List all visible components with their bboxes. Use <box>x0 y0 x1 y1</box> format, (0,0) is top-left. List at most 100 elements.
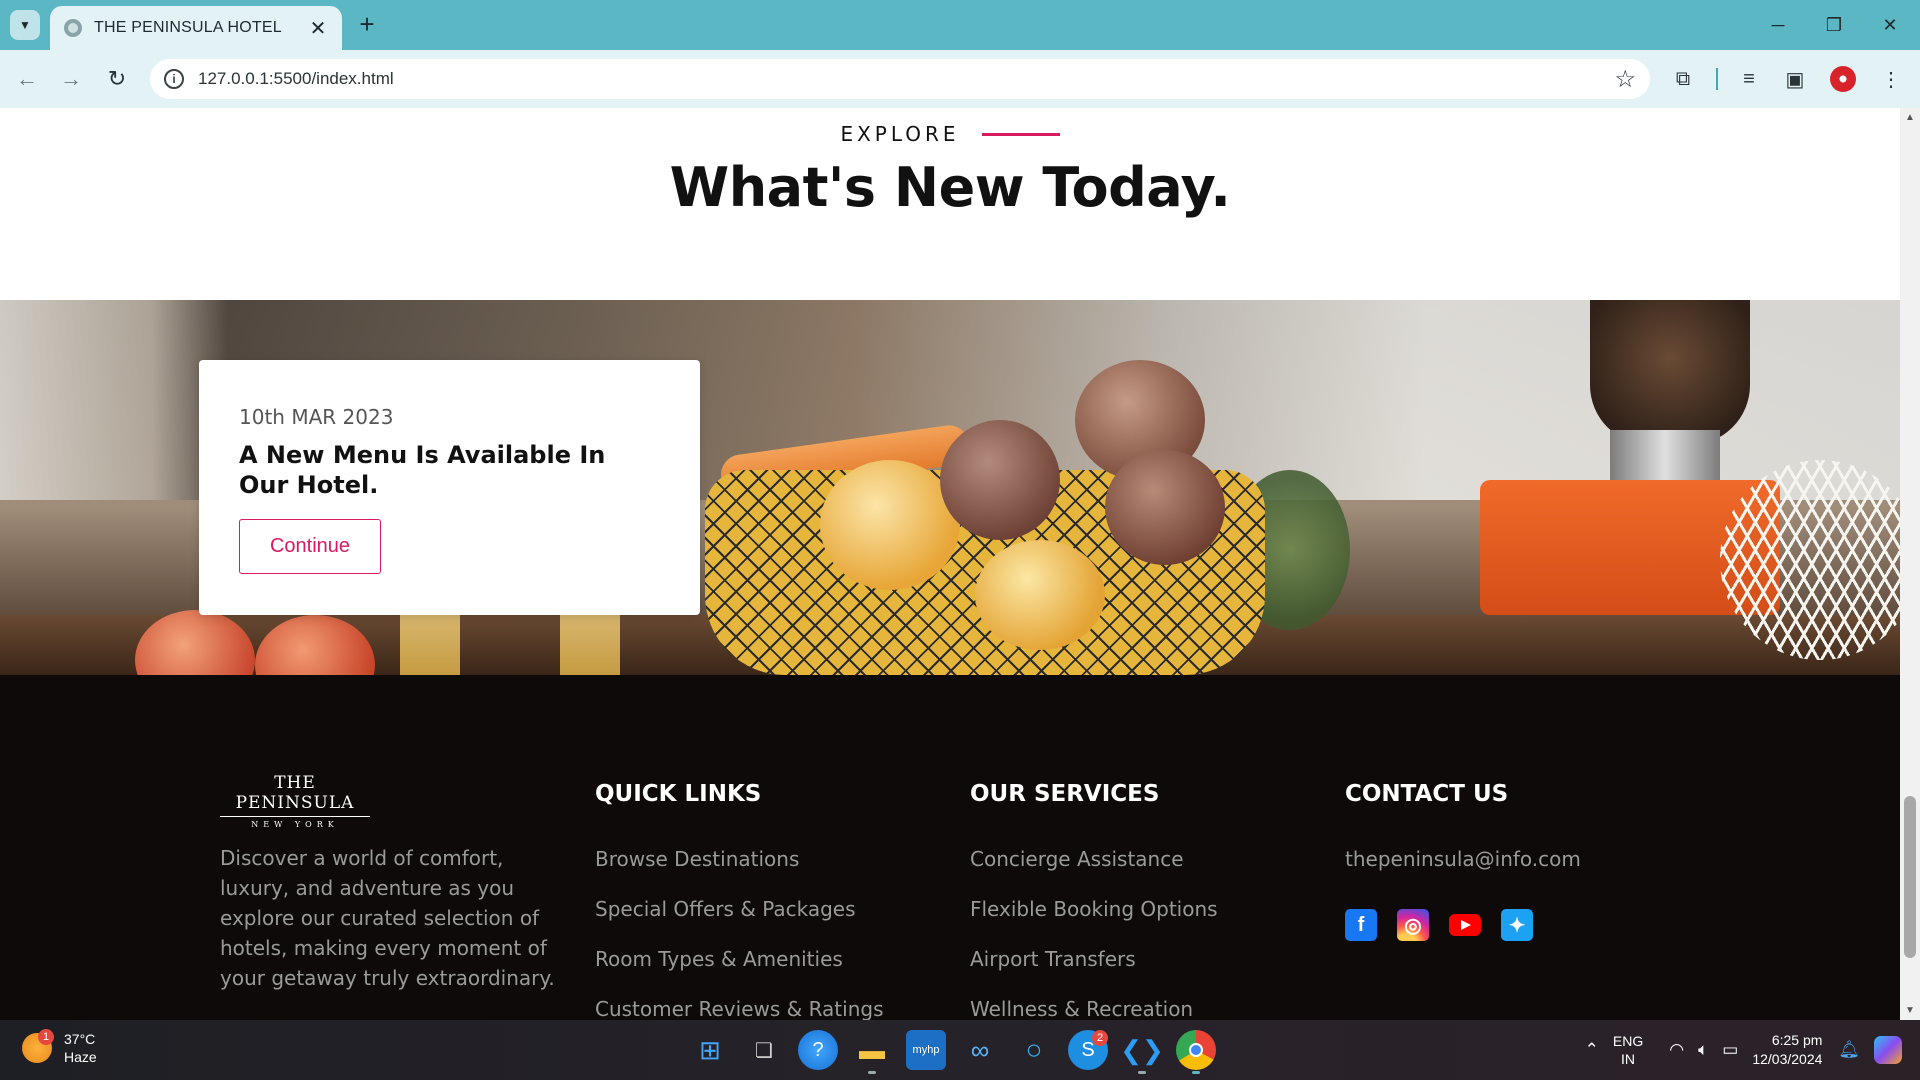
coffee-beans-hopper <box>1590 300 1750 445</box>
facebook-icon[interactable]: f <box>1345 909 1377 941</box>
page-content: EXPLORE What's New Today. 10th MAR 2023 … <box>0 108 1900 1020</box>
restore-button[interactable]: ❐ <box>1814 8 1854 42</box>
footer-link[interactable]: Airport Transfers <box>970 947 1218 971</box>
clock-date: 12/03/2024 <box>1752 1051 1823 1067</box>
info-icon[interactable]: i <box>164 69 184 89</box>
chrome-icon[interactable] <box>1176 1030 1216 1074</box>
copilot-icon[interactable] <box>1874 1036 1902 1064</box>
tab-title: THE PENINSULA HOTEL <box>94 19 282 36</box>
footer-link[interactable]: Wellness & Recreation <box>970 997 1218 1020</box>
footer-link[interactable]: Flexible Booking Options <box>970 897 1218 921</box>
scroll-thumb[interactable] <box>1904 796 1916 958</box>
system-tray: ⌃ ENG IN ◠ 🔈︎ ▭ 6:25 pm 12/03/2024 🔔︎ <box>1585 1020 1920 1080</box>
eyebrow-accent-line <box>981 132 1060 136</box>
vscode-icon[interactable]: ❮❯ <box>1120 1030 1164 1074</box>
weather-badge: 1 <box>38 1029 54 1045</box>
clock-time: 6:25 pm <box>1771 1032 1823 1048</box>
eyebrow-text: EXPLORE <box>840 122 960 146</box>
peninsula-logo[interactable]: THE PENINSULA NEW YORK <box>220 773 370 829</box>
back-button[interactable]: ← <box>12 64 42 94</box>
twitter-icon[interactable]: ✦ <box>1501 909 1533 941</box>
reload-button[interactable]: ↻ <box>102 64 132 94</box>
language-code: ENG <box>1612 1033 1644 1049</box>
media-controls-icon[interactable]: ≡ <box>1734 64 1764 94</box>
meta-icon[interactable]: ∞ <box>960 1030 1000 1070</box>
running-indicator <box>1138 1071 1146 1074</box>
menu-kebab-icon[interactable]: ⋮ <box>1876 64 1906 94</box>
myhp-icon[interactable]: myhp <box>906 1030 946 1070</box>
bookmark-star-icon[interactable]: ☆ <box>1614 65 1636 94</box>
running-indicator <box>868 1071 876 1074</box>
profile-avatar[interactable] <box>1828 64 1858 94</box>
battery-icon[interactable]: ▭ <box>1722 1040 1738 1060</box>
quick-links-column: QUICK LINKS Browse Destinations Special … <box>595 781 884 1020</box>
scroll-down-arrow[interactable]: ▼ <box>1905 1005 1915 1016</box>
footer-link[interactable]: Browse Destinations <box>595 847 884 871</box>
notification-bell-icon[interactable]: 🔔︎ <box>1838 1040 1860 1060</box>
news-headline: A New Menu Is Available In Our Hotel. <box>239 441 606 499</box>
url-text[interactable]: 127.0.0.1:5500/index.html <box>198 69 394 89</box>
address-bar[interactable]: i 127.0.0.1:5500/index.html ☆ <box>150 59 1650 99</box>
footer-link[interactable]: Concierge Assistance <box>970 847 1218 871</box>
region-code: IN <box>1621 1051 1636 1067</box>
page-viewport: EXPLORE What's New Today. 10th MAR 2023 … <box>0 108 1920 1020</box>
avatar <box>1830 66 1856 92</box>
browser-toolbar: ← → ↻ i 127.0.0.1:5500/index.html ☆ ⧉ ≡ … <box>0 50 1920 108</box>
side-panel-icon[interactable]: ▣ <box>1780 64 1810 94</box>
beet <box>1105 450 1225 565</box>
wifi-icon[interactable]: ◠ <box>1669 1040 1684 1060</box>
youtube-icon[interactable] <box>1449 909 1481 941</box>
tab-search-button[interactable]: ▼ <box>10 10 40 40</box>
forward-button[interactable]: → <box>56 64 86 94</box>
close-window-button[interactable]: ✕ <box>1870 8 1910 42</box>
globe-icon <box>64 19 82 37</box>
new-tab-button[interactable]: + <box>352 10 382 40</box>
weather-condition: Haze <box>64 1049 97 1065</box>
footer-link[interactable]: Customer Reviews & Ratings <box>595 997 884 1020</box>
news-date: 10th MAR 2023 <box>239 405 394 429</box>
browser-tab-active[interactable]: THE PENINSULA HOTEL ✕ <box>50 6 342 50</box>
services-heading: OUR SERVICES <box>970 781 1160 807</box>
quick-links-heading: QUICK LINKS <box>595 781 762 807</box>
task-view-icon[interactable]: ❏ <box>744 1030 784 1070</box>
section-eyebrow: EXPLORE <box>0 122 1900 146</box>
footer-link[interactable]: Room Types & Amenities <box>595 947 884 971</box>
volume-icon[interactable]: 🔈︎ <box>1698 1040 1708 1060</box>
news-card: 10th MAR 2023 A New Menu Is Available In… <box>199 360 700 615</box>
instagram-icon[interactable]: ◎ <box>1397 909 1429 941</box>
sun-haze-icon: 1 <box>22 1029 54 1063</box>
start-icon[interactable]: ⊞ <box>690 1030 730 1070</box>
minimize-button[interactable]: ─ <box>1758 8 1798 42</box>
skype-badge: 2 <box>1092 1030 1108 1046</box>
close-tab-button[interactable]: ✕ <box>308 16 328 41</box>
contact-column: CONTACT US thepeninsula@info.com f ◎ ✦ <box>1345 781 1581 941</box>
continue-button[interactable]: Continue <box>239 519 381 574</box>
running-indicator <box>1192 1071 1200 1074</box>
page-scrollbar[interactable]: ▲ ▼ <box>1900 108 1920 1020</box>
browser-tab-bar: ▼ THE PENINSULA HOTEL ✕ + ─ ❐ ✕ <box>0 0 1920 50</box>
scroll-up-arrow[interactable]: ▲ <box>1905 112 1915 123</box>
chevron-up-icon[interactable]: ⌃ <box>1585 1040 1599 1060</box>
logo-subtitle: NEW YORK <box>251 820 339 829</box>
fruit <box>975 540 1105 650</box>
services-column: OUR SERVICES Concierge Assistance Flexib… <box>970 781 1218 1020</box>
weather-widget[interactable]: 1 37°C Haze <box>22 1029 97 1066</box>
contact-email[interactable]: thepeninsula@info.com <box>1345 847 1581 871</box>
file-explorer-icon[interactable]: ▬ <box>852 1030 892 1074</box>
contact-heading: CONTACT US <box>1345 781 1509 807</box>
footer-link[interactable]: Special Offers & Packages <box>595 897 884 921</box>
toolbar-divider <box>1716 68 1718 90</box>
social-links: f ◎ ✦ <box>1345 909 1581 941</box>
section-title: What's New Today. <box>669 156 1231 219</box>
language-indicator[interactable]: ENG IN <box>1613 1032 1643 1068</box>
beet <box>940 420 1060 540</box>
help-icon[interactable]: ? <box>798 1030 838 1070</box>
skype-icon[interactable]: S2 <box>1068 1030 1108 1070</box>
weather-temp: 37°C <box>64 1031 96 1047</box>
site-footer: THE PENINSULA NEW YORK Discover a world … <box>0 675 1900 1020</box>
extensions-icon[interactable]: ⧉ <box>1668 64 1698 94</box>
fruit <box>820 460 960 590</box>
cortana-icon[interactable]: ○ <box>1014 1030 1054 1070</box>
clock[interactable]: 6:25 pm 12/03/2024 <box>1752 1031 1822 1069</box>
taskbar-apps: ⊞ ❏ ? ▬ myhp ∞ ○ S2 ❮❯ <box>690 1030 1216 1074</box>
